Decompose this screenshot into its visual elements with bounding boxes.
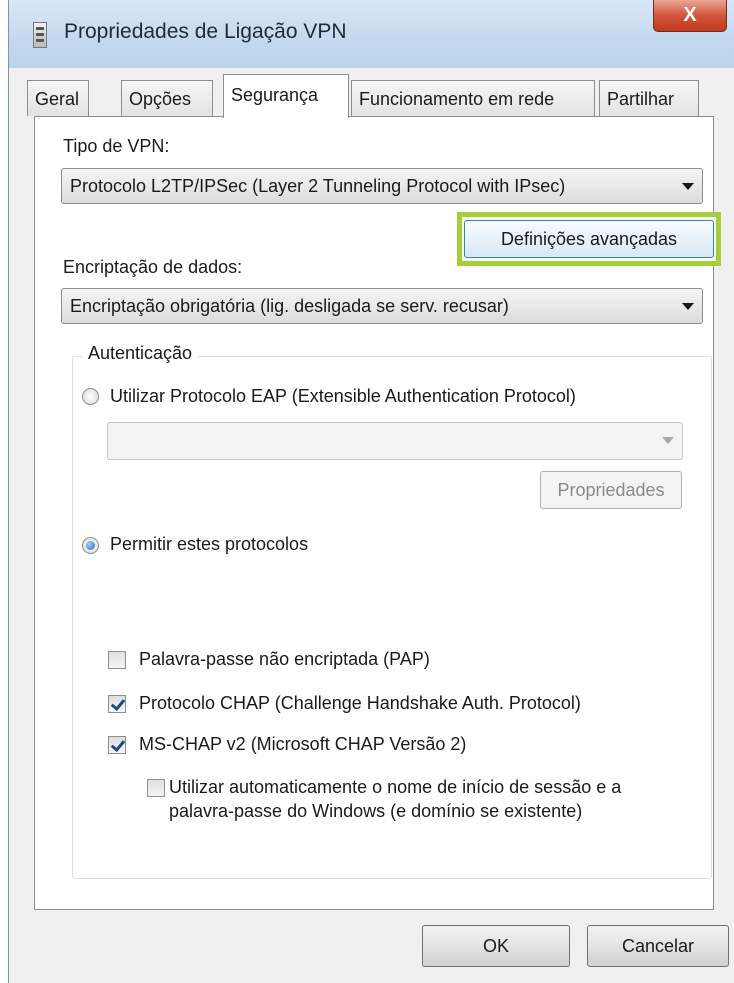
allow-protocols-label[interactable]: Permitir estes protocolos [110,532,308,556]
chevron-down-icon [682,303,694,310]
vpn-type-select[interactable]: Protocolo L2TP/IPSec (Layer 2 Tunneling … [61,168,703,204]
vpn-type-label: Tipo de VPN: [63,136,170,156]
chevron-down-icon [662,437,674,444]
eap-radio[interactable] [82,388,99,405]
advanced-settings-button[interactable]: Definições avançadas [464,220,714,258]
tab-opcoes[interactable]: Opções [121,80,213,116]
allow-protocols-radio[interactable] [82,537,99,554]
mschapv2-checkbox[interactable] [108,736,126,754]
window-title: Propriedades de Ligação VPN [64,20,347,43]
eap-method-select[interactable] [107,422,683,460]
close-button[interactable]: X [653,0,727,32]
mschapv2-checkbox-label[interactable]: MS-CHAP v2 (Microsoft CHAP Versão 2) [139,732,466,756]
ok-button[interactable]: OK [422,925,570,967]
eap-properties-button[interactable]: Propriedades [540,471,682,509]
chap-checkbox-label[interactable]: Protocolo CHAP (Challenge Handshake Auth… [139,691,581,715]
tab-seguranca[interactable]: Segurança [223,74,349,118]
vpn-properties-window: Propriedades de Ligação VPN X Geral Opçõ… [8,0,734,983]
tab-partilhar[interactable]: Partilhar [599,80,699,116]
encryption-select[interactable]: Encriptação obrigatória (lig. desligada … [61,288,703,324]
pap-checkbox-label[interactable]: Palavra-passe não encriptada (PAP) [139,647,430,671]
chap-checkbox[interactable] [108,695,126,713]
chevron-down-icon [682,183,694,190]
cancel-button[interactable]: Cancelar [587,925,729,967]
tab-funcionamento-em-rede[interactable]: Funcionamento em rede [351,80,595,116]
eap-radio-label[interactable]: Utilizar Protocolo EAP (Extensible Authe… [110,384,576,408]
tab-geral[interactable]: Geral [27,80,89,116]
pap-checkbox[interactable] [108,651,126,669]
authentication-group-title: Autenticação [83,343,198,364]
encryption-value: Encriptação obrigatória (lig. desligada … [70,296,509,316]
title-bar[interactable]: Propriedades de Ligação VPN X [9,0,734,68]
tab-strip: Geral Opções Segurança Funcionamento em … [9,74,734,118]
connection-properties-icon [33,22,47,48]
vpn-type-value: Protocolo L2TP/IPSec (Layer 2 Tunneling … [70,176,566,196]
auto-logon-checkbox-label[interactable]: Utilizar automaticamente o nome de iníci… [169,775,669,823]
encryption-label: Encriptação de dados: [63,257,243,277]
auto-logon-checkbox[interactable] [147,779,165,797]
